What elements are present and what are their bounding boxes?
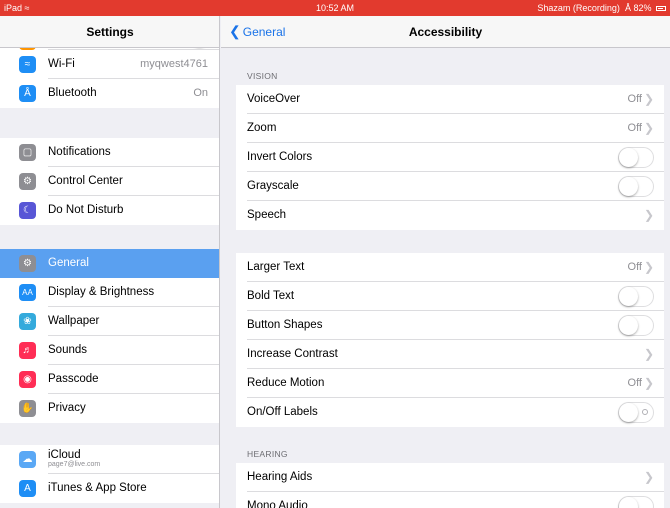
row-label: Bold Text xyxy=(247,290,295,302)
row-label: Button Shapes xyxy=(247,319,323,331)
row-label: Invert Colors xyxy=(247,151,313,163)
row-invert-colors: Invert Colors xyxy=(236,143,664,172)
row-grayscale: Grayscale xyxy=(236,172,664,201)
icloud-account: page7@live.com xyxy=(48,461,101,468)
sidebar-item-label: iTunes & App Store xyxy=(48,482,147,494)
wallpaper-icon: ❀ xyxy=(19,313,36,330)
moon-icon: ☾ xyxy=(19,202,36,219)
sidebar-item-wifi[interactable]: ≈ Wi-Fi myqwest4761 xyxy=(0,50,219,79)
sidebar-item-passcode[interactable]: ◉ Passcode xyxy=(0,365,219,394)
row-label: Larger Text xyxy=(247,261,305,273)
onoff-labels-toggle[interactable] xyxy=(618,402,654,423)
sidebar-item-label: iCloud xyxy=(48,449,81,461)
row-value: Off xyxy=(627,93,642,105)
sidebar-item-label: Sounds xyxy=(48,344,88,356)
navigation-bar: ❮ General Accessibility xyxy=(221,16,670,48)
chevron-right-icon: ❯ xyxy=(643,470,654,484)
battery-icon xyxy=(656,6,666,12)
button-shapes-toggle[interactable] xyxy=(618,315,654,336)
sidebar-item-label: Wi-Fi xyxy=(48,58,75,70)
chevron-right-icon: ❯ xyxy=(643,376,654,390)
battery-percent: 82% xyxy=(633,3,652,13)
app-store-icon: A xyxy=(19,480,36,497)
sidebar-item-itunes-app-store[interactable]: A iTunes & App Store xyxy=(0,474,219,503)
section-header-vision: VISION xyxy=(247,71,278,81)
sidebar-item-sounds[interactable]: ♬ Sounds xyxy=(0,336,219,365)
cloud-icon: ☁ xyxy=(19,451,36,468)
sidebar-item-notifications[interactable]: ▢ Notifications xyxy=(0,138,219,167)
bold-text-toggle[interactable] xyxy=(618,286,654,307)
sidebar-item-display-brightness[interactable]: AA Display & Brightness xyxy=(0,278,219,307)
row-value: Off xyxy=(627,122,642,134)
row-zoom[interactable]: Zoom Off ❯ xyxy=(236,114,664,143)
row-larger-text[interactable]: Larger Text Off ❯ xyxy=(236,253,664,282)
row-hearing-aids[interactable]: Hearing Aids ❯ xyxy=(236,463,664,492)
recording-status: Shazam (Recording) xyxy=(537,3,620,13)
hand-icon: ✋ xyxy=(19,400,36,417)
lock-icon: ◉ xyxy=(19,371,36,388)
row-speech[interactable]: Speech ❯ xyxy=(236,201,664,230)
chevron-right-icon: ❯ xyxy=(643,92,654,106)
row-label: Increase Contrast xyxy=(247,348,338,360)
bluetooth-status-icon: Å xyxy=(624,3,631,13)
row-value: Off xyxy=(627,377,642,389)
sidebar-item-label: Privacy xyxy=(48,402,86,414)
row-voiceover[interactable]: VoiceOver Off ❯ xyxy=(236,85,664,114)
speaker-icon: ♬ xyxy=(19,342,36,359)
sidebar-title: Settings xyxy=(0,16,219,48)
section-header-hearing: HEARING xyxy=(247,449,288,459)
bluetooth-value: On xyxy=(193,87,208,99)
sidebar-item-label: Bluetooth xyxy=(48,87,97,99)
sidebar-item-general[interactable]: ⚙ General xyxy=(0,249,219,278)
sidebar-item-label: Wallpaper xyxy=(48,315,100,327)
sidebar-item-label: Notifications xyxy=(48,146,111,158)
row-label: Zoom xyxy=(247,122,277,134)
bluetooth-icon: Å xyxy=(19,85,36,102)
row-increase-contrast[interactable]: Increase Contrast ❯ xyxy=(236,340,664,369)
off-label-icon xyxy=(642,409,648,415)
sidebar-item-label: Passcode xyxy=(48,373,99,385)
display-icon: AA xyxy=(19,284,36,301)
row-mono-audio: Mono Audio xyxy=(236,492,664,508)
sidebar-item-control-center[interactable]: ⚙ Control Center xyxy=(0,167,219,196)
chevron-right-icon: ❯ xyxy=(643,260,654,274)
settings-sidebar: Settings ≈ Wi-Fi myqwest4761 Å Bluetooth… xyxy=(0,16,220,508)
wifi-icon: ≈ xyxy=(19,56,36,73)
sidebar-item-label: Display & Brightness xyxy=(48,286,155,298)
row-value: Off xyxy=(627,261,642,273)
row-label: Speech xyxy=(247,209,287,221)
row-label: On/Off Labels xyxy=(247,406,318,418)
page-title: Accessibility xyxy=(408,25,483,39)
sidebar-item-do-not-disturb[interactable]: ☾ Do Not Disturb xyxy=(0,196,219,225)
sidebar-item-wallpaper[interactable]: ❀ Wallpaper xyxy=(0,307,219,336)
sidebar-item-privacy[interactable]: ✋ Privacy xyxy=(0,394,219,423)
chevron-right-icon: ❯ xyxy=(643,208,654,222)
row-label: Hearing Aids xyxy=(247,471,313,483)
control-center-icon: ⚙ xyxy=(19,173,36,190)
mono-audio-toggle[interactable] xyxy=(618,496,654,508)
sidebar-item-bluetooth[interactable]: Å Bluetooth On xyxy=(0,79,219,108)
grayscale-toggle[interactable] xyxy=(618,176,654,197)
row-label: Mono Audio xyxy=(247,500,308,508)
row-onoff-labels: On/Off Labels xyxy=(236,398,664,427)
wifi-network-value: myqwest4761 xyxy=(140,58,208,70)
row-bold-text: Bold Text xyxy=(236,282,664,311)
row-label: VoiceOver xyxy=(247,93,301,105)
row-label: Reduce Motion xyxy=(247,377,325,389)
status-bar: iPad ≈ 10:52 AM Shazam (Recording) Å 82% xyxy=(0,0,670,16)
sidebar-item-label: Do Not Disturb xyxy=(48,204,124,216)
chevron-right-icon: ❯ xyxy=(643,121,654,135)
row-reduce-motion[interactable]: Reduce Motion Off ❯ xyxy=(236,369,664,398)
row-label: Grayscale xyxy=(247,180,299,192)
gear-icon: ⚙ xyxy=(19,255,36,272)
chevron-right-icon: ❯ xyxy=(643,347,654,361)
sidebar-item-label: General xyxy=(48,257,89,269)
sidebar-item-label: Control Center xyxy=(48,175,123,187)
sidebar-item-icloud[interactable]: ☁ iCloud page7@live.com xyxy=(0,445,219,474)
row-button-shapes: Button Shapes xyxy=(236,311,664,340)
invert-colors-toggle[interactable] xyxy=(618,147,654,168)
notifications-icon: ▢ xyxy=(19,144,36,161)
